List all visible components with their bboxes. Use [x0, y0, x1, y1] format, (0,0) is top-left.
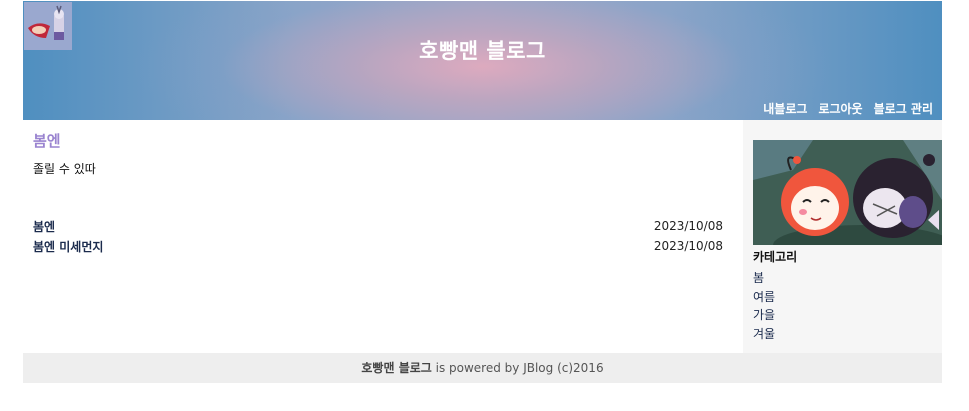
- nav-blog-admin-link[interactable]: 블로그 관리: [874, 100, 933, 117]
- blog-header: 호빵맨 블로그 내블로그 로그아웃 블로그 관리: [23, 1, 942, 120]
- page-wrapper: 호빵맨 블로그 내블로그 로그아웃 블로그 관리 봄엔 졸릴 수 있따 봄엔 2…: [23, 1, 942, 383]
- header-nav: 내블로그 로그아웃 블로그 관리: [763, 100, 933, 117]
- post-body: 졸릴 수 있따: [33, 162, 96, 176]
- nav-logout-link[interactable]: 로그아웃: [818, 100, 862, 117]
- sidebar: 카테고리 봄 여름 가을 겨울: [743, 120, 942, 353]
- profile-image: [753, 140, 942, 245]
- category-link-winter[interactable]: 겨울: [753, 325, 775, 344]
- post-list: 봄엔 2023/10/08 봄엔 미세먼지 2023/10/08: [33, 216, 723, 256]
- footer: 호빵맨 블로그 is powered by JBlog (c)2016: [23, 353, 942, 383]
- post-link[interactable]: 봄엔: [33, 218, 55, 235]
- content-area: 봄엔 졸릴 수 있따 봄엔 2023/10/08 봄엔 미세먼지 2023/10…: [23, 120, 942, 353]
- category-link-summer[interactable]: 여름: [753, 288, 775, 307]
- post-list-item: 봄엔 미세먼지 2023/10/08: [33, 236, 723, 256]
- post-list-item: 봄엔 2023/10/08: [33, 216, 723, 236]
- category-link-autumn[interactable]: 가을: [753, 306, 775, 325]
- main-content: 봄엔 졸릴 수 있따 봄엔 2023/10/08 봄엔 미세먼지 2023/10…: [23, 120, 743, 353]
- category-link-spring[interactable]: 봄: [753, 269, 775, 288]
- category-list: 봄 여름 가을 겨울: [753, 269, 775, 343]
- footer-brand: 호빵맨 블로그: [361, 361, 432, 375]
- blog-title: 호빵맨 블로그: [419, 39, 546, 63]
- nav-my-blog-link[interactable]: 내블로그: [763, 100, 807, 117]
- profile-illustration: [753, 140, 942, 245]
- post-date: 2023/10/08: [653, 239, 723, 253]
- footer-text: is powered by JBlog (c)2016: [431, 361, 604, 375]
- category-heading: 카테고리: [753, 250, 798, 264]
- post-date: 2023/10/08: [653, 219, 723, 233]
- post-link[interactable]: 봄엔 미세먼지: [33, 238, 103, 255]
- post-title: 봄엔: [33, 132, 61, 150]
